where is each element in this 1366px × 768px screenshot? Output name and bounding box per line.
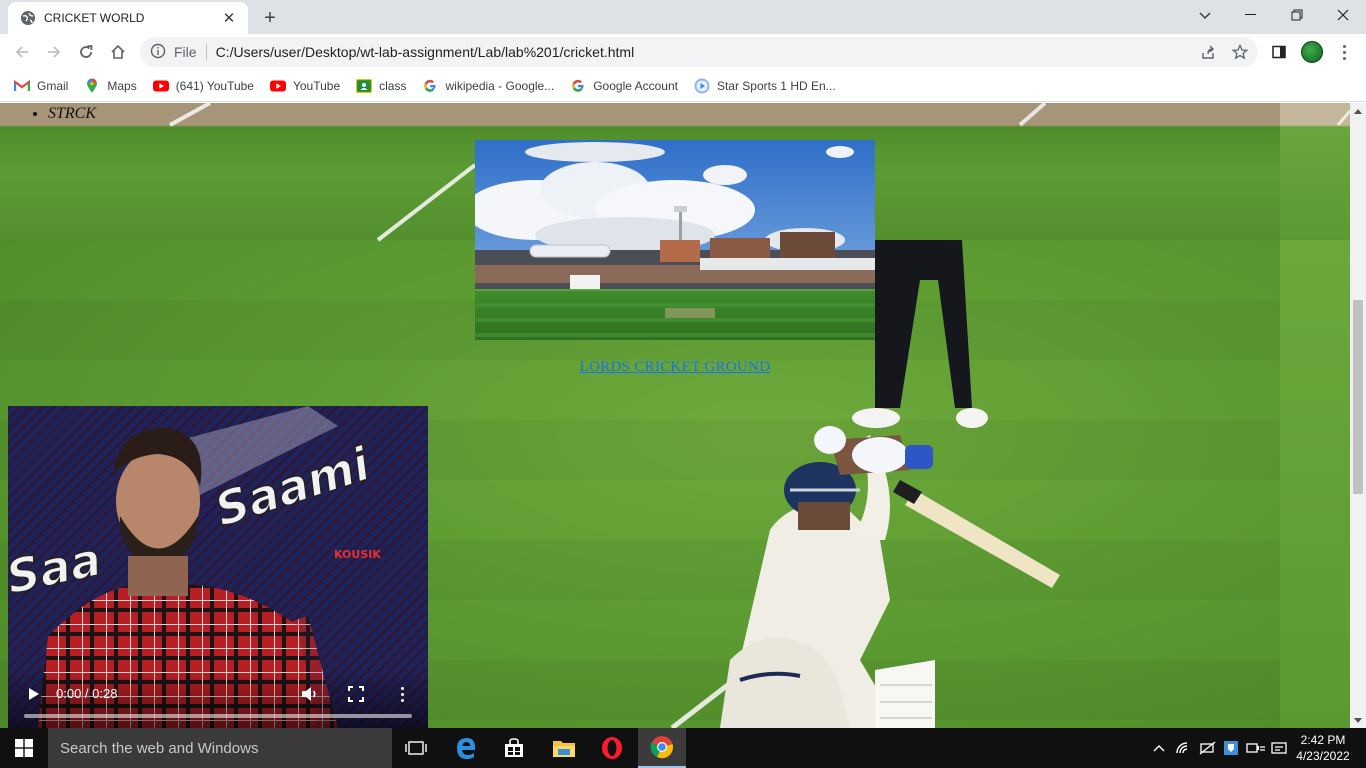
tab-close-icon[interactable]: ✕ [220, 9, 238, 27]
tab-title: CRICKET WORLD [44, 11, 145, 25]
profile-avatar[interactable] [1301, 41, 1323, 63]
page-list: STRCK [30, 105, 96, 123]
tray-chevron-up-icon[interactable] [1150, 728, 1168, 768]
windows-taskbar: Search the web and Windows 2:42 PM 4/23/… [0, 728, 1366, 768]
browser-toolbar: File C:/Users/user/Desktop/wt-lab-assign… [0, 34, 1366, 70]
list-item: STRCK [48, 105, 96, 123]
video-controls: 0:00 / 0:28 [8, 668, 428, 728]
chrome-icon[interactable] [638, 728, 686, 768]
file-explorer-icon[interactable] [540, 728, 588, 768]
battery-icon[interactable] [1246, 728, 1266, 768]
taskbar-search-input[interactable]: Search the web and Windows [48, 728, 392, 768]
google-icon [570, 78, 586, 94]
video-time: 0:00 / 0:28 [56, 686, 118, 701]
edge-icon[interactable] [442, 728, 490, 768]
bookmark-label: Star Sports 1 HD En... [716, 78, 836, 93]
wifi-icon[interactable] [1174, 728, 1194, 768]
info-icon[interactable] [150, 43, 166, 62]
tab-search-chevron-icon[interactable] [1194, 6, 1216, 26]
bookmark-star-icon[interactable] [1229, 41, 1251, 63]
bookmark-label: Google Account [593, 78, 678, 93]
network-icon[interactable] [1198, 728, 1218, 768]
browser-menu-icon[interactable] [1334, 40, 1354, 64]
security-shield-icon[interactable] [1222, 728, 1240, 768]
lords-ground-link[interactable]: LORDS CRICKET GROUND [475, 359, 875, 376]
speaker-icon[interactable] [1270, 728, 1288, 768]
volume-icon[interactable] [300, 684, 320, 704]
reload-icon[interactable] [72, 38, 100, 66]
address-bar[interactable]: File C:/Users/user/Desktop/wt-lab-assign… [140, 37, 1258, 67]
maps-icon [84, 78, 100, 94]
scroll-down-arrow-icon[interactable] [1350, 712, 1366, 728]
gmail-icon [14, 78, 30, 94]
store-icon[interactable] [490, 728, 538, 768]
bookmark-maps[interactable]: Maps [84, 78, 137, 94]
side-panel-icon[interactable] [1268, 41, 1290, 63]
bookmark-label: YouTube [292, 78, 341, 93]
bookmark-label: Maps [107, 78, 137, 93]
bookmark-google-account[interactable]: Google Account [570, 78, 678, 94]
page-scrollbar[interactable] [1350, 103, 1366, 728]
globe-icon [20, 10, 36, 26]
bookmark-youtube-641[interactable]: (641) YouTube [152, 78, 254, 94]
address-scheme: File [174, 44, 197, 60]
clock-time: 2:42 PM [1300, 733, 1346, 747]
google-icon [422, 78, 438, 94]
bookmark-wikipedia-google[interactable]: wikipedia - Google... [422, 78, 554, 94]
bookmark-class[interactable]: class [356, 78, 406, 94]
lords-ground-image[interactable] [475, 140, 875, 340]
scroll-thumb[interactable] [1353, 300, 1363, 494]
video-overlay-tag: KOUSIK [334, 548, 381, 561]
page-viewport: STRCK [0, 103, 1350, 728]
share-icon[interactable] [1197, 41, 1219, 63]
restore-icon[interactable] [1274, 0, 1320, 30]
tab-strip: CRICKET WORLD ✕ + [0, 0, 1366, 34]
bookmark-label: Gmail [37, 78, 69, 93]
back-arrow-icon[interactable] [8, 38, 36, 66]
forward-arrow-icon[interactable] [40, 38, 68, 66]
windows-start-icon[interactable] [0, 728, 48, 768]
fullscreen-icon[interactable] [346, 684, 366, 704]
play-icon [694, 78, 710, 94]
address-url[interactable]: C:/Users/user/Desktop/wt-lab-assignment/… [216, 44, 635, 60]
close-window-icon[interactable] [1320, 0, 1366, 30]
youtube-icon [152, 78, 169, 94]
video-player[interactable]: Saami Saa KOUSIK 0:00 / 0:28 [8, 406, 428, 728]
taskbar-clock[interactable]: 2:42 PM 4/23/2022 [1290, 732, 1356, 764]
task-view-icon[interactable] [392, 728, 440, 768]
more-options-icon[interactable] [396, 684, 408, 704]
video-progress-bar[interactable] [24, 714, 412, 718]
play-icon[interactable] [26, 686, 42, 702]
bookmarks-bar: Gmail Maps (641) YouTube YouTube class w… [0, 70, 1366, 102]
bookmark-gmail[interactable]: Gmail [14, 78, 68, 94]
new-tab-button[interactable]: + [258, 6, 282, 30]
bookmark-youtube[interactable]: YouTube [269, 78, 341, 94]
youtube-icon [269, 78, 286, 94]
address-separator [205, 44, 207, 60]
scroll-up-arrow-icon[interactable] [1350, 103, 1366, 119]
bookmark-label: wikipedia - Google... [445, 78, 555, 93]
minimize-icon[interactable] [1228, 0, 1274, 30]
bookmark-star-sports[interactable]: Star Sports 1 HD En... [694, 78, 836, 94]
clock-date: 4/23/2022 [1296, 749, 1350, 763]
classroom-icon [356, 78, 373, 94]
bookmark-label: (641) YouTube [175, 78, 254, 93]
bookmark-label: class [379, 78, 407, 93]
opera-icon[interactable] [588, 728, 636, 768]
browser-tab[interactable]: CRICKET WORLD ✕ [8, 2, 248, 34]
home-icon[interactable] [104, 38, 132, 66]
